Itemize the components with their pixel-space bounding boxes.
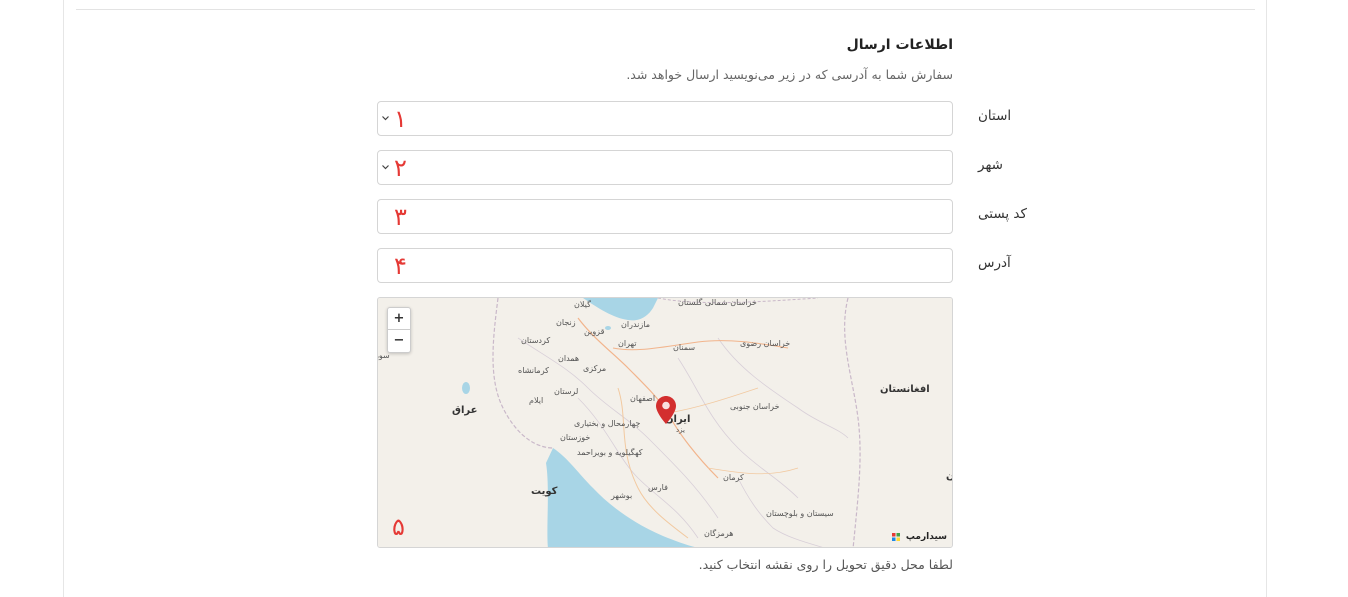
city-marker-number: ۲ (394, 154, 407, 182)
map-label-iraq: عراق (452, 405, 478, 416)
map-label-qazvin: قزوین (584, 327, 605, 336)
postal-code-marker-number: ۳ (394, 203, 407, 231)
map-label-golestan: خراسان شمالی گلستان (678, 298, 757, 307)
address-label: آدرس (978, 255, 1011, 271)
map-label-yazd: یزد (676, 426, 685, 434)
province-select[interactable]: ۱ (377, 101, 953, 136)
map-label-fars: فارس (648, 483, 668, 492)
address-input[interactable]: ۴ (377, 248, 953, 283)
map-label-bushehr: بوشهر (611, 491, 633, 500)
page: اطلاعات ارسال سفارش شما به آدرسی که در ز… (0, 0, 1348, 597)
address-marker-number: ۴ (394, 252, 407, 280)
province-label: استان (978, 108, 1012, 124)
map-label-south-khorasan: خراسان جنوبی (730, 402, 780, 411)
city-select[interactable]: ۲ (377, 150, 953, 185)
map-label-hamedan: همدان (558, 354, 580, 363)
map-attribution[interactable]: سیدارمپ (891, 532, 947, 542)
map-label-lorestan: لرستان (554, 387, 579, 396)
map-label-markazi: مرکزی (583, 364, 607, 373)
postal-code-input[interactable]: ۳ (377, 199, 953, 234)
map-label-kermanshah: کرمانشاه (518, 366, 549, 375)
section-subtitle: سفارش شما به آدرسی که در زیر می‌نویسید ا… (626, 67, 953, 82)
map-label-kurdistan: کردستان (521, 336, 551, 345)
map-label-zanjan: زنجان (556, 318, 576, 327)
chevron-down-icon (382, 165, 389, 170)
map-label-kohgiluyeh: کهگیلویه و بویراحمد (577, 448, 643, 457)
map-label-razavi: خراسان رضوی (740, 339, 791, 348)
top-divider (76, 9, 1255, 10)
map-hint: لطفا محل دقیق تحویل را روی نقشه انتخاب ک… (698, 557, 953, 572)
map-label-sistan: سیستان و بلوچستان (766, 509, 834, 518)
zoom-controls: + − (387, 307, 411, 353)
attribution-text: سیدارمپ (905, 532, 947, 542)
province-marker-number: ۱ (394, 105, 407, 133)
map-label-khuzestan: خوزستان (560, 433, 591, 442)
postal-code-label: کد پستی (978, 206, 1027, 222)
map-label-tehran: تهران (618, 339, 637, 348)
map-label-kuwait: کویت (531, 486, 558, 497)
section-title: اطلاعات ارسال (846, 37, 953, 53)
map-pin-icon[interactable] (656, 396, 676, 424)
map-label-chaharmahal: چهارمحال و بختیاری (574, 419, 641, 428)
map-label-afghanistan: افغانستان (880, 384, 930, 395)
zoom-out-button[interactable]: − (388, 330, 410, 352)
location-map[interactable]: گیلان خراسان شمالی گلستان زنجان قزوین ما… (377, 297, 953, 548)
map-label-mazandaran: مازندران (621, 320, 650, 329)
city-label: شهر (978, 157, 1003, 173)
map-label-gilan: گیلان (574, 300, 591, 309)
map-label-hormozgan: هرمزگان (704, 529, 734, 538)
map-label-ilam: ایلام (529, 396, 544, 405)
map-label-edge: ن (946, 471, 952, 482)
map-label-semnan: سمنان (673, 343, 696, 352)
map-provider-logo-icon (891, 532, 900, 541)
zoom-in-button[interactable]: + (388, 308, 410, 330)
map-label-kerman: کرمان (723, 473, 744, 482)
map-marker-number: ۵ (392, 513, 405, 541)
chevron-down-icon (382, 116, 389, 121)
map-label-isfahan: اصفهان (630, 394, 656, 403)
